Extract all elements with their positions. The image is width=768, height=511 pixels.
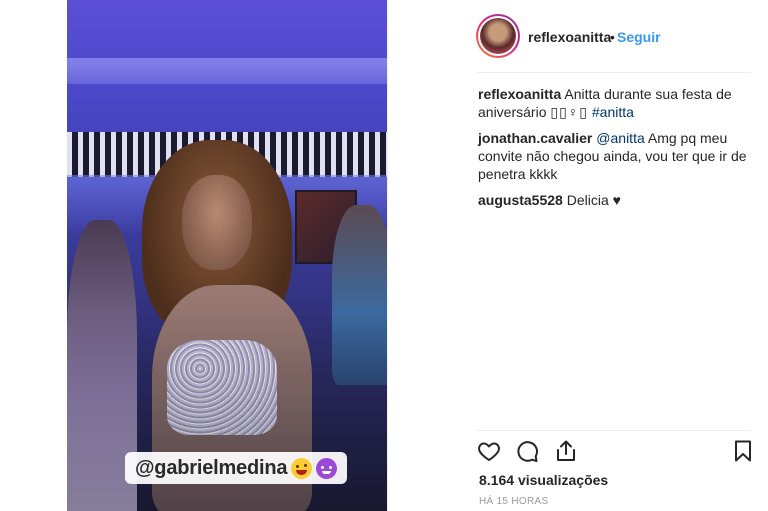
- views-count[interactable]: 8.164 visualizações: [479, 472, 608, 488]
- views-number: 8.164: [479, 472, 515, 488]
- grinning-tongue-emoji-icon: [291, 457, 313, 479]
- caption-username-link[interactable]: reflexoanitta: [478, 86, 561, 102]
- avatar-story-ring[interactable]: [476, 14, 520, 58]
- header-separator-dot: •: [610, 29, 615, 45]
- views-label: visualizações: [517, 472, 609, 488]
- speech-bubble-icon: [517, 441, 538, 462]
- story-mention-text: @gabrielmedina: [135, 456, 288, 479]
- comment-username-link[interactable]: jonathan.cavalier: [478, 130, 592, 146]
- caption-emoji-glyphs: ▯▯♀▯: [550, 104, 588, 120]
- comment-mention-link[interactable]: @anitta: [596, 130, 644, 146]
- actions-divider: [476, 430, 751, 431]
- post-side-panel: reflexoanitta • Seguir reflexoanitta Ani…: [387, 0, 768, 511]
- comments-list: reflexoanitta Anitta durante sua festa d…: [478, 85, 753, 217]
- comment-username-link[interactable]: augusta5528: [478, 192, 563, 208]
- save-button[interactable]: [730, 438, 756, 464]
- like-button[interactable]: [476, 438, 502, 464]
- post-media-video[interactable]: @gabrielmedina: [67, 0, 387, 511]
- post-header: reflexoanitta • Seguir: [388, 0, 768, 72]
- action-bar: [476, 438, 756, 466]
- avatar-image: [480, 18, 516, 54]
- caption-comment: reflexoanitta Anitta durante sua festa d…: [478, 85, 753, 121]
- story-mention-sticker: @gabrielmedina: [125, 452, 348, 484]
- share-upload-icon: [557, 440, 575, 461]
- devil-emoji-icon: [316, 457, 338, 479]
- header-divider: [476, 72, 751, 73]
- comment-text: Delicia ♥: [562, 192, 621, 208]
- comment-button[interactable]: [514, 438, 540, 464]
- left-margin: [0, 0, 67, 511]
- caption-hashtag-link[interactable]: #anitta: [592, 104, 634, 120]
- media-vignette: [67, 0, 387, 511]
- follow-button[interactable]: Seguir: [617, 29, 661, 45]
- list-item: jonathan.cavalier @anitta Amg pq meu con…: [478, 129, 753, 183]
- post-timestamp[interactable]: HÁ 15 HORAS: [479, 496, 548, 507]
- header-username-link[interactable]: reflexoanitta: [528, 29, 611, 45]
- avatar[interactable]: [478, 16, 518, 56]
- share-button[interactable]: [553, 438, 579, 464]
- list-item: augusta5528 Delicia ♥: [478, 191, 753, 209]
- bookmark-icon: [735, 440, 751, 462]
- heart-outline-icon: [478, 442, 500, 461]
